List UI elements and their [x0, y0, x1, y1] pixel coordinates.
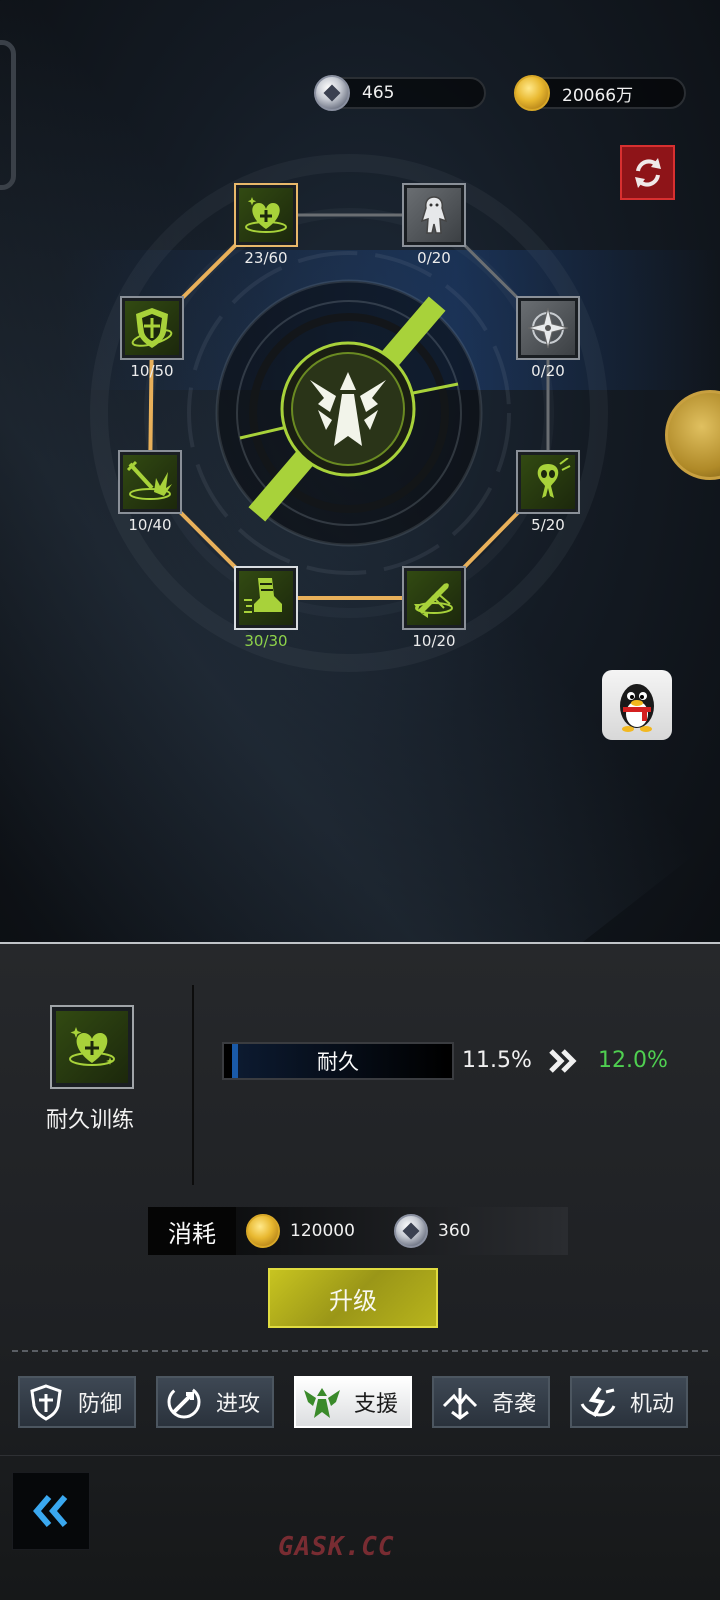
silver-coin-icon [314, 75, 350, 111]
stat-bar: 耐久 [222, 1042, 454, 1080]
skill-name: 耐久训练 [45, 1108, 134, 1133]
skill-node-level: 5/20 [531, 516, 565, 534]
skill-node-level: 10/40 [128, 516, 172, 534]
skill-node-level: 30/30 [244, 632, 288, 650]
watermark: GASK.CC [278, 1532, 395, 1562]
cost-silver-amount: 360 [438, 1221, 471, 1241]
skill-node-alien[interactable] [516, 450, 580, 514]
skill-node-missile[interactable] [402, 566, 466, 630]
skill-graph [90, 154, 608, 672]
double-chevron-left-icon [33, 1495, 68, 1527]
gold-currency-display: 20066万 [514, 75, 686, 111]
silver-currency-display: 465 [314, 75, 486, 111]
category-tabs: 防御 进攻 支援 奇袭 机动 [18, 1376, 708, 1428]
shield-tab-icon [24, 1380, 68, 1424]
support-tab-icon [300, 1380, 344, 1424]
tab-label: 防御 [78, 1392, 123, 1417]
skill-node-level: 10/20 [412, 632, 456, 650]
skill-tree-scene: 465 20066万 23/60 0/20 0/20 5/20 10/20 30/30 10… [0, 0, 720, 960]
selected-skill-icon [50, 1005, 134, 1089]
silver-coin-icon [394, 1214, 428, 1248]
figure-icon [407, 188, 461, 242]
tab-label: 支援 [354, 1392, 399, 1417]
skill-node-locked-figure[interactable] [402, 183, 466, 247]
double-chevron-right-icon [549, 1049, 577, 1073]
gold-coin-icon [246, 1214, 280, 1248]
sword-burst-icon [123, 455, 177, 509]
upgrade-button[interactable]: 升级 [268, 1268, 438, 1328]
tab-label: 机动 [630, 1392, 675, 1417]
heart-plus-icon [56, 1011, 128, 1083]
mobility-tab-icon [576, 1380, 620, 1424]
penguin-icon [620, 684, 654, 732]
tab-shield[interactable]: 防御 [18, 1376, 136, 1428]
missile-icon [407, 571, 461, 625]
stat-next-value: 12.0% [598, 1048, 668, 1073]
bottom-divider [0, 1455, 720, 1456]
heart-plus-icon [239, 188, 293, 242]
skill-node-level: 23/60 [244, 249, 288, 267]
back-button[interactable] [12, 1472, 90, 1550]
skill-node-endurance[interactable] [234, 183, 298, 247]
cost-label: 消耗 [148, 1207, 236, 1255]
tab-attack[interactable]: 进攻 [156, 1376, 274, 1428]
skill-node-level: 0/20 [531, 362, 565, 380]
skill-node-sword[interactable] [118, 450, 182, 514]
silver-amount: 465 [362, 83, 395, 103]
shield-icon [125, 301, 179, 355]
skill-node-level: 0/20 [417, 249, 451, 267]
tab-raid[interactable]: 奇袭 [432, 1376, 550, 1428]
qq-share-button[interactable] [602, 670, 672, 740]
refresh-icon [634, 157, 661, 188]
tab-mobility[interactable]: 机动 [570, 1376, 688, 1428]
gold-coin-icon [514, 75, 550, 111]
dashed-divider [12, 1350, 708, 1352]
tab-label: 奇袭 [492, 1392, 537, 1417]
detail-separator [192, 985, 194, 1185]
raid-tab-icon [438, 1380, 482, 1424]
cost-bar: 消耗 120000 360 [148, 1207, 568, 1255]
boot-icon [239, 571, 293, 625]
skill-node-boot[interactable] [234, 566, 298, 630]
tab-support[interactable]: 支援 [294, 1376, 412, 1428]
attack-tab-icon [162, 1380, 206, 1424]
gold-amount: 20066万 [562, 85, 634, 106]
cost-gold-amount: 120000 [290, 1221, 355, 1241]
stat-current-value: 11.5% [462, 1048, 532, 1073]
alien-icon [521, 455, 575, 509]
tab-label: 进攻 [216, 1392, 261, 1417]
compass-star-icon [521, 301, 575, 355]
refresh-button[interactable] [620, 145, 675, 200]
skill-node-shield[interactable] [120, 296, 184, 360]
skill-node-level: 10/50 [130, 362, 174, 380]
stat-name: 耐久 [317, 1050, 359, 1074]
skill-node-compass[interactable] [516, 296, 580, 360]
